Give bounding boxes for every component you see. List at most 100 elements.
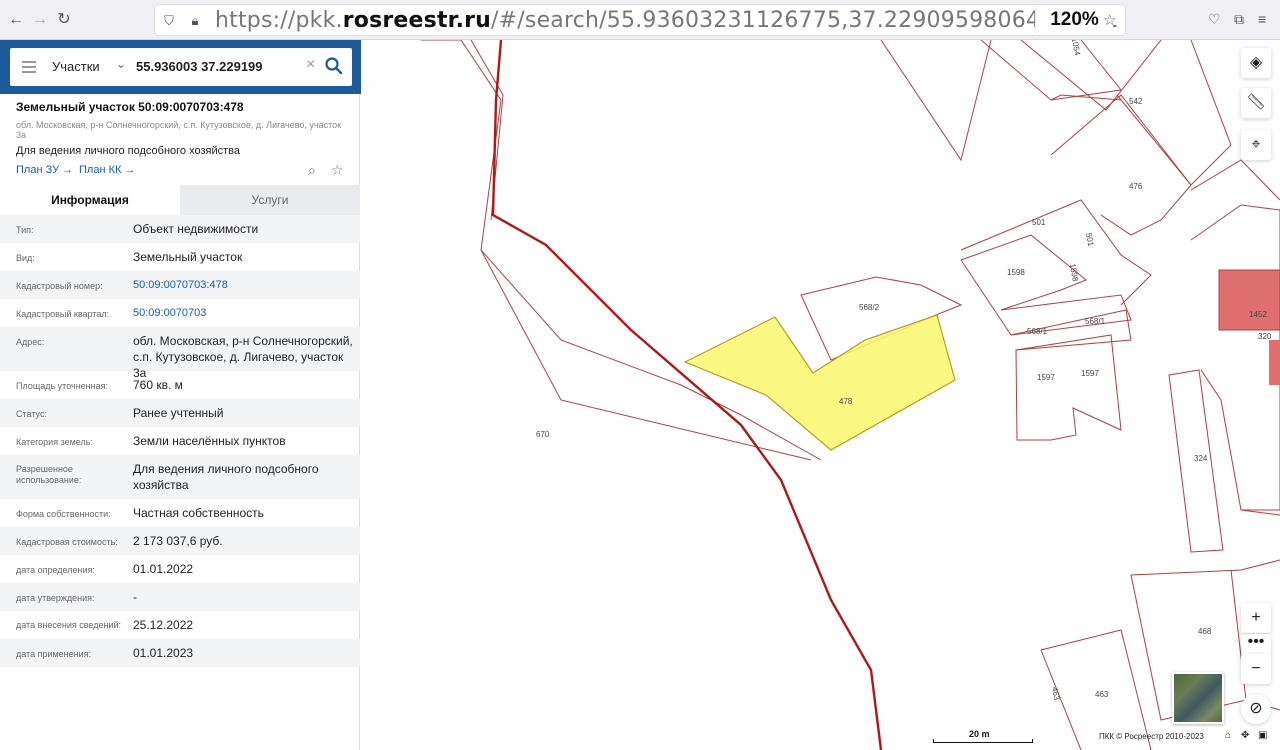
- scale-bar: [933, 739, 1033, 743]
- lock-icon[interactable]: 🔒︎: [187, 13, 203, 29]
- search-icon[interactable]: [324, 56, 344, 76]
- parcel-label: 501: [1032, 218, 1046, 227]
- parcel-label: 1452: [1249, 310, 1267, 319]
- parcel-title: Земельный участок 50:09:0070703:478: [16, 100, 244, 114]
- home-icon[interactable]: ⌂: [1225, 730, 1231, 741]
- parcel-label: 468: [1198, 627, 1212, 636]
- compass-icon[interactable]: ⊘: [1241, 694, 1271, 724]
- target-icon[interactable]: ✥: [1241, 730, 1249, 741]
- copyright-text: ПКК © Росреестр 2010-2023: [1099, 732, 1204, 741]
- clear-icon[interactable]: ×: [306, 56, 315, 74]
- info-value: Объект недвижимости: [133, 222, 259, 236]
- selected-parcel-label: 478: [839, 397, 853, 406]
- info-label: дата утверждения:: [16, 593, 95, 603]
- search-box: Участки ⌄ 55.936003 37.229199 ×: [10, 48, 352, 86]
- info-label: Кадастровая стоимость:: [16, 537, 118, 547]
- locate-icon[interactable]: ⌖: [1241, 130, 1271, 160]
- info-value: Земли населённых пунктов: [133, 434, 286, 448]
- parcel-label: 324: [1194, 454, 1208, 463]
- info-row: Кадастровый квартал: 50:09:0070703: [0, 299, 360, 327]
- info-row: Вид: Земельный участок: [0, 243, 360, 271]
- tab-info[interactable]: Информация: [0, 185, 180, 215]
- info-panel: Участки ⌄ 55.936003 37.229199 × ‹ Земель…: [0, 40, 372, 750]
- info-label: дата внесения сведений:: [16, 620, 121, 630]
- info-label: дата определения:: [16, 565, 95, 575]
- tab-services[interactable]: Услуги: [180, 185, 360, 215]
- pocket-icon[interactable]: ♡: [1208, 11, 1221, 28]
- parcel-label: 542: [1129, 97, 1143, 106]
- zoom-level-button[interactable]: 120%: [1035, 7, 1113, 33]
- info-row: дата внесения сведений: 25.12.2022: [0, 611, 360, 639]
- reload-icon[interactable]: ↻: [54, 10, 74, 30]
- info-label: Статус:: [16, 409, 47, 419]
- info-row: дата утверждения: -: [0, 583, 360, 611]
- parcel-label: 568/1: [1027, 327, 1048, 336]
- shield-icon[interactable]: ⛉: [161, 13, 177, 29]
- tab-bar: Информация Услуги: [0, 185, 360, 215]
- info-label: Разрешенное использование:: [16, 464, 82, 485]
- info-value: Земельный участок: [133, 250, 243, 264]
- info-value: 01.01.2022: [133, 562, 194, 576]
- back-icon[interactable]: ←: [6, 10, 26, 30]
- info-label: Адрес:: [16, 337, 45, 347]
- info-label: Категория земель:: [16, 437, 93, 447]
- print-icon[interactable]: ▣: [1258, 730, 1267, 741]
- info-value-link[interactable]: 50:09:0070703:478: [133, 277, 353, 293]
- map-canvas[interactable]: 670 478 568/2 501 501 1598 1598 568/1 56…: [361, 40, 1280, 750]
- parcel-label: 1597: [1037, 373, 1055, 382]
- search-document-icon[interactable]: ⌕: [308, 162, 316, 179]
- plan-kk-link[interactable]: План КК →: [79, 164, 135, 176]
- info-value-link[interactable]: 50:09:0070703: [133, 305, 353, 321]
- layers-icon[interactable]: ◈: [1241, 48, 1271, 78]
- building: [1218, 269, 1280, 331]
- info-value: Частная собственность: [133, 506, 264, 520]
- chevron-down-icon[interactable]: ⌄: [116, 57, 126, 71]
- info-value: -: [133, 590, 137, 604]
- zoom-out-button[interactable]: −: [1241, 654, 1271, 684]
- parcel-label: 1598: [1007, 268, 1025, 277]
- info-label: Вид:: [16, 253, 35, 263]
- info-label: Кадастровый номер:: [16, 281, 103, 291]
- info-label: Тип:: [16, 225, 34, 235]
- info-row: Форма собственности: Частная собственност…: [0, 499, 360, 527]
- search-type-select[interactable]: Участки: [52, 59, 100, 74]
- plan-zu-link[interactable]: План ЗУ →: [16, 164, 73, 176]
- basemap-switcher[interactable]: [1172, 672, 1224, 724]
- extensions-icon[interactable]: ⧉: [1234, 11, 1244, 28]
- parcel-label: 670: [536, 430, 550, 439]
- parcel-label: 568/2: [859, 303, 880, 312]
- more-icon[interactable]: •••: [1241, 634, 1271, 656]
- url-text[interactable]: https://pkk.rosreestr.ru/#/search/55.936…: [215, 8, 1119, 33]
- parcel-boundary: [880, 40, 992, 162]
- favorite-star-icon[interactable]: ☆: [331, 162, 344, 179]
- browser-toolbar: ← → ↻ ⛉ 🔒︎ https://pkk.rosreestr.ru/#/se…: [0, 0, 1280, 40]
- ruler-icon[interactable]: 📏︎: [1241, 88, 1271, 118]
- search-input[interactable]: 55.936003 37.229199: [136, 59, 263, 74]
- info-label: дата применения:: [16, 649, 92, 659]
- info-row: Статус: Ранее учтенный: [0, 399, 360, 427]
- info-value: Ранее учтенный: [133, 406, 224, 420]
- info-label: Форма собственности:: [16, 509, 111, 519]
- parcel-label: 1597: [1081, 369, 1099, 378]
- info-label: Площадь уточненная:: [16, 381, 108, 391]
- parcel-label: 463: [1095, 690, 1109, 699]
- scale-label: 20 m: [969, 729, 990, 739]
- info-value: 25.12.2022: [133, 618, 194, 632]
- parcel-label: 476: [1129, 182, 1143, 191]
- bookmark-star-icon[interactable]: ☆: [1103, 11, 1116, 29]
- hamburger-menu-icon[interactable]: [22, 61, 36, 73]
- cadastral-map[interactable]: [361, 40, 1280, 750]
- search-bar: Участки ⌄ 55.936003 37.229199 × ‹: [0, 40, 372, 94]
- parcel-label: 568/1: [1085, 317, 1106, 326]
- info-row: Тип: Объект недвижимости: [0, 215, 360, 243]
- info-row: Кадастровая стоимость: 2 173 037,6 руб.: [0, 527, 360, 555]
- menu-icon[interactable]: ≡: [1258, 11, 1266, 27]
- info-row: дата определения: 01.01.2022: [0, 555, 360, 583]
- forward-icon[interactable]: →: [30, 10, 50, 30]
- address-bar[interactable]: ⛉ 🔒︎ https://pkk.rosreestr.ru/#/search/5…: [154, 4, 1126, 36]
- zoom-in-button[interactable]: +: [1241, 603, 1271, 633]
- info-row: Категория земель: Земли населённых пункто…: [0, 427, 360, 455]
- parcel-purpose: Для ведения личного подсобного хозяйства: [16, 145, 240, 157]
- info-row: Площадь уточненная: 760 кв. м: [0, 371, 360, 399]
- parcel-label: 320: [1258, 332, 1272, 341]
